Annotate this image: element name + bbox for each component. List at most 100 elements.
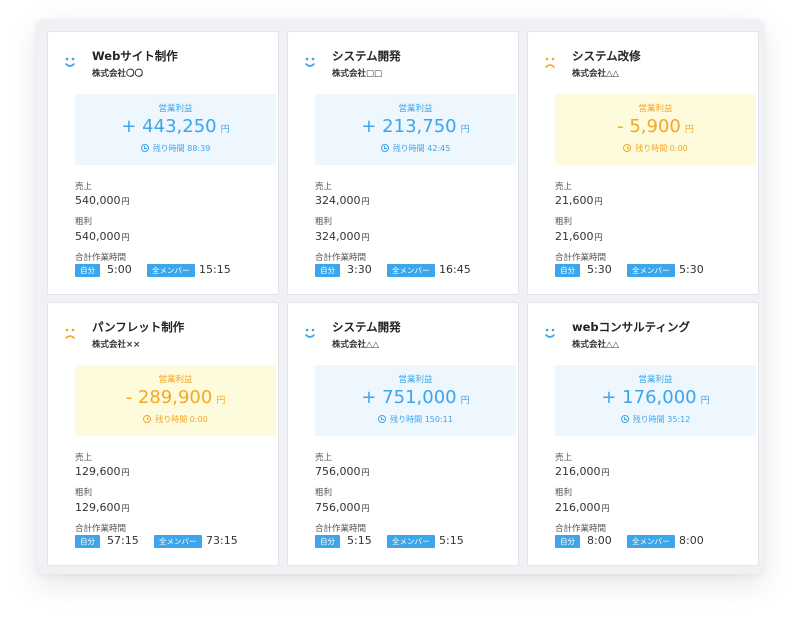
- all-members-time: 73:15: [206, 534, 238, 547]
- yen-unit: 円: [684, 125, 694, 135]
- profit-amount: + 213,750: [361, 116, 457, 137]
- all-members-time: 8:00: [679, 534, 704, 547]
- all-members-badge: 全メンバー: [627, 264, 675, 277]
- profit-value: + 176,000 円: [555, 387, 756, 408]
- yen-unit: 円: [121, 468, 130, 477]
- card-header: webコンサルティング 株式会社△△: [540, 319, 750, 353]
- gross-amount: 540,000: [75, 230, 121, 243]
- remaining-value: 88:39: [187, 144, 211, 153]
- card-header: システム改修 株式会社△△: [540, 48, 750, 82]
- all-members-time: 5:30: [679, 263, 704, 276]
- yen-unit: 円: [361, 233, 370, 242]
- work-times: 自分 57:15 全メンバー 73:15: [75, 534, 275, 549]
- yen-unit: 円: [220, 125, 230, 135]
- project-title: システム改修: [572, 49, 641, 63]
- work-total-label: 合計作業時間: [75, 524, 127, 534]
- sales-label: 売上: [555, 453, 573, 463]
- work-total-label: 合計作業時間: [315, 524, 367, 534]
- sales-label: 売上: [75, 453, 93, 463]
- gross-label: 粗利: [315, 217, 333, 227]
- sales-amount: 540,000: [75, 194, 121, 207]
- profit-amount: + 176,000: [601, 387, 697, 408]
- gross-value: 21,600円: [555, 230, 603, 243]
- sales-amount: 756,000: [315, 465, 361, 478]
- remaining-value: 0:00: [189, 415, 208, 424]
- yen-unit: 円: [121, 233, 130, 242]
- all-members-badge: 全メンバー: [387, 535, 435, 548]
- self-time: 5:30: [587, 263, 612, 276]
- sales-amount: 324,000: [315, 194, 361, 207]
- gross-amount: 324,000: [315, 230, 361, 243]
- self-badge: 自分: [315, 264, 340, 277]
- yen-unit: 円: [601, 504, 610, 513]
- self-time: 8:00: [587, 534, 612, 547]
- profit-value: + 443,250 円: [75, 116, 276, 137]
- all-members-badge: 全メンバー: [627, 535, 675, 548]
- smile-face-icon: [65, 57, 75, 67]
- remaining-label: 残り時間: [390, 415, 423, 424]
- gross-label: 粗利: [555, 488, 573, 498]
- smile-face-icon: [305, 328, 315, 338]
- remaining-label: 残り時間: [152, 144, 185, 153]
- self-badge: 自分: [315, 535, 340, 548]
- card-header: システム開発 株式会社△△: [300, 319, 510, 353]
- sales-value: 540,000円: [75, 194, 130, 207]
- clock-icon: [143, 415, 152, 423]
- all-members-badge: 全メンバー: [387, 264, 435, 277]
- work-total-label: 合計作業時間: [555, 253, 607, 263]
- project-title: システム開発: [332, 49, 401, 63]
- sales-label: 売上: [75, 182, 93, 192]
- gross-value: 216,000円: [555, 501, 610, 514]
- self-badge: 自分: [555, 264, 580, 277]
- gross-amount: 756,000: [315, 501, 361, 514]
- yen-unit: 円: [460, 396, 470, 406]
- remaining-label: 残り時間: [392, 144, 425, 153]
- company-name: 株式会社□□: [332, 69, 383, 79]
- profit-amount: + 443,250: [121, 116, 217, 137]
- yen-unit: 円: [601, 468, 610, 477]
- profit-value: - 289,900 円: [75, 387, 276, 408]
- gross-value: 540,000円: [75, 230, 130, 243]
- project-card[interactable]: システム開発 株式会社□□ 営業利益 + 213,750 円 残り時間 42:45…: [287, 31, 519, 295]
- self-time: 57:15: [107, 534, 139, 547]
- project-card[interactable]: Webサイト制作 株式会社〇〇 営業利益 + 443,250 円 残り時間 88:…: [47, 31, 279, 295]
- remaining-value: 35:12: [667, 415, 691, 424]
- profit-label: 営業利益: [158, 375, 193, 385]
- card-header: システム開発 株式会社□□: [300, 48, 510, 82]
- work-total-label: 合計作業時間: [315, 253, 367, 263]
- gross-value: 129,600円: [75, 501, 130, 514]
- company-name: 株式会社△△: [572, 340, 620, 350]
- company-name: 株式会社△△: [572, 69, 620, 79]
- card-header: Webサイト制作 株式会社〇〇: [60, 48, 270, 82]
- profit-box: 営業利益 + 213,750 円 残り時間 42:45: [315, 94, 516, 165]
- sales-amount: 129,600: [75, 465, 121, 478]
- work-times: 自分 5:15 全メンバー 5:15: [315, 534, 515, 549]
- work-times: 自分 3:30 全メンバー 16:45: [315, 263, 515, 278]
- project-card[interactable]: システム改修 株式会社△△ 営業利益 - 5,900 円 残り時間 0:00 売上…: [527, 31, 759, 295]
- sales-label: 売上: [315, 453, 333, 463]
- project-card[interactable]: パンフレット制作 株式会社×× 営業利益 - 289,900 円 残り時間 0:0…: [47, 302, 279, 566]
- yen-unit: 円: [460, 125, 470, 135]
- self-badge: 自分: [555, 535, 580, 548]
- company-name: 株式会社△△: [332, 340, 380, 350]
- profit-value: + 751,000 円: [315, 387, 516, 408]
- project-card[interactable]: webコンサルティング 株式会社△△ 営業利益 + 176,000 円 残り時間 …: [527, 302, 759, 566]
- project-title: パンフレット制作: [92, 320, 185, 334]
- company-name: 株式会社××: [92, 340, 141, 350]
- gross-amount: 129,600: [75, 501, 121, 514]
- yen-unit: 円: [121, 504, 130, 513]
- profit-box: 営業利益 + 751,000 円 残り時間 150:11: [315, 365, 516, 436]
- yen-unit: 円: [361, 197, 370, 206]
- yen-unit: 円: [700, 396, 710, 406]
- profit-box: 営業利益 - 289,900 円 残り時間 0:00: [75, 365, 276, 436]
- sales-label: 売上: [555, 182, 573, 192]
- gross-label: 粗利: [75, 488, 93, 498]
- clock-icon: [140, 144, 149, 152]
- smile-face-icon: [305, 57, 315, 67]
- yen-unit: 円: [121, 197, 130, 206]
- remaining-value: 150:11: [424, 415, 453, 424]
- yen-unit: 円: [361, 504, 370, 513]
- sales-amount: 21,600: [555, 194, 594, 207]
- project-card[interactable]: システム開発 株式会社△△ 営業利益 + 751,000 円 残り時間 150:1…: [287, 302, 519, 566]
- remaining-label: 残り時間: [155, 415, 188, 424]
